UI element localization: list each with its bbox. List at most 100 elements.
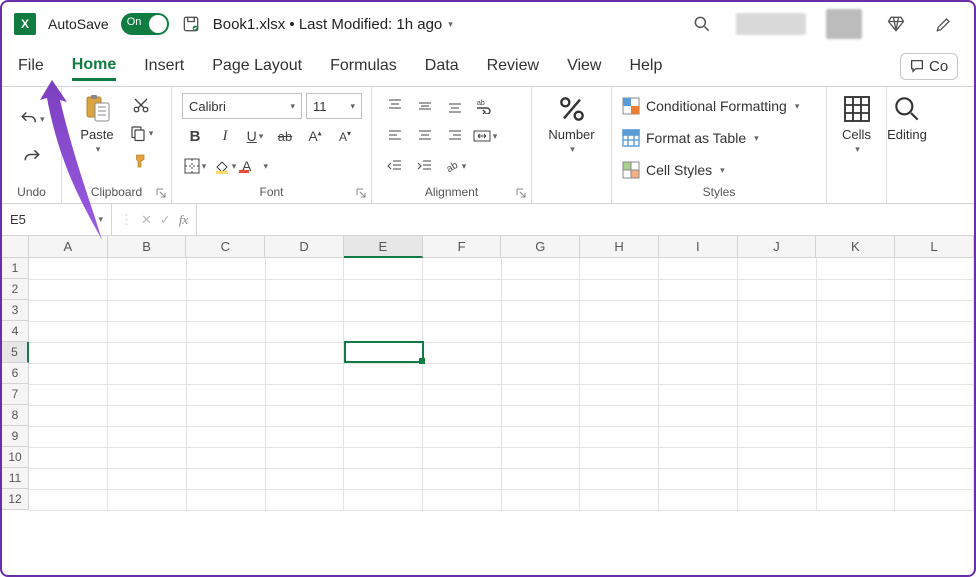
decrease-indent-button[interactable]: [382, 154, 408, 178]
formula-input[interactable]: [197, 204, 974, 235]
cell[interactable]: [501, 489, 580, 510]
save-icon[interactable]: [181, 14, 201, 34]
cell[interactable]: [29, 384, 108, 405]
cell[interactable]: [580, 342, 659, 363]
cell[interactable]: [816, 342, 895, 363]
cell[interactable]: [501, 258, 580, 279]
cell[interactable]: [423, 363, 502, 384]
cut-button[interactable]: [128, 93, 154, 117]
cell[interactable]: [265, 468, 344, 489]
autosave-toggle[interactable]: On: [121, 13, 169, 35]
row-header[interactable]: 5: [2, 342, 29, 363]
cell[interactable]: [501, 426, 580, 447]
column-header[interactable]: A: [29, 236, 108, 258]
borders-button[interactable]: ▾: [182, 154, 208, 178]
cancel-formula-button[interactable]: ✕: [141, 212, 152, 228]
cell[interactable]: [423, 321, 502, 342]
cell[interactable]: [186, 363, 265, 384]
cell[interactable]: [659, 489, 738, 510]
tab-home[interactable]: Home: [72, 52, 116, 81]
cell[interactable]: [265, 384, 344, 405]
cell[interactable]: [108, 489, 187, 510]
pen-icon[interactable]: [934, 14, 954, 34]
cell[interactable]: [344, 363, 423, 384]
tab-formulas[interactable]: Formulas: [330, 53, 397, 79]
cell[interactable]: [737, 384, 816, 405]
align-bottom-button[interactable]: [442, 94, 468, 118]
row-header[interactable]: 11: [2, 468, 29, 489]
cell[interactable]: [29, 300, 108, 321]
cell[interactable]: [265, 426, 344, 447]
cell[interactable]: [816, 279, 895, 300]
cell[interactable]: [737, 468, 816, 489]
cell[interactable]: [108, 426, 187, 447]
cell[interactable]: [344, 300, 423, 321]
cell[interactable]: [816, 321, 895, 342]
align-left-button[interactable]: [382, 124, 408, 148]
cell[interactable]: [501, 468, 580, 489]
cell[interactable]: [108, 342, 187, 363]
cell[interactable]: [895, 426, 974, 447]
cell[interactable]: [895, 300, 974, 321]
cell[interactable]: [580, 384, 659, 405]
cell[interactable]: [29, 405, 108, 426]
search-icon[interactable]: [692, 14, 712, 34]
cell[interactable]: [423, 279, 502, 300]
cells-area[interactable]: [29, 258, 974, 511]
cell[interactable]: [108, 279, 187, 300]
shrink-font-button[interactable]: A▾: [332, 124, 358, 148]
dialog-launcher-icon[interactable]: [155, 187, 167, 199]
format-as-table-button[interactable]: Format as Table▾: [622, 125, 759, 151]
cell[interactable]: [265, 258, 344, 279]
cell[interactable]: [816, 426, 895, 447]
cell[interactable]: [186, 405, 265, 426]
conditional-formatting-button[interactable]: Conditional Formatting▾: [622, 93, 799, 119]
cell[interactable]: [186, 321, 265, 342]
cell[interactable]: [659, 384, 738, 405]
cell[interactable]: [344, 405, 423, 426]
cell[interactable]: [895, 447, 974, 468]
cell[interactable]: [186, 342, 265, 363]
cell[interactable]: [423, 426, 502, 447]
row-header[interactable]: 8: [2, 405, 29, 426]
cell[interactable]: [108, 447, 187, 468]
row-header[interactable]: 6: [2, 363, 29, 384]
cells-button[interactable]: Cells ▾: [837, 93, 876, 155]
cell[interactable]: [265, 300, 344, 321]
cell[interactable]: [344, 321, 423, 342]
cell[interactable]: [895, 342, 974, 363]
cell[interactable]: [344, 384, 423, 405]
cell[interactable]: [659, 363, 738, 384]
tab-help[interactable]: Help: [629, 53, 662, 79]
copy-button[interactable]: ▾: [128, 121, 154, 145]
cell[interactable]: [108, 258, 187, 279]
grow-font-button[interactable]: A▴: [302, 124, 328, 148]
editing-button[interactable]: Editing: [887, 93, 927, 142]
cell[interactable]: [265, 489, 344, 510]
cell[interactable]: [895, 384, 974, 405]
cell[interactable]: [580, 363, 659, 384]
name-box[interactable]: E5 ▾: [2, 204, 112, 235]
cell[interactable]: [186, 384, 265, 405]
cell[interactable]: [580, 405, 659, 426]
cell[interactable]: [501, 447, 580, 468]
cell[interactable]: [29, 321, 108, 342]
row-header[interactable]: 12: [2, 489, 29, 510]
cell[interactable]: [423, 258, 502, 279]
cell[interactable]: [423, 405, 502, 426]
cell[interactable]: [580, 279, 659, 300]
cell[interactable]: [659, 468, 738, 489]
cell-styles-button[interactable]: Cell Styles▾: [622, 157, 725, 183]
cell[interactable]: [737, 363, 816, 384]
cell[interactable]: [29, 342, 108, 363]
cell[interactable]: [501, 384, 580, 405]
merge-center-button[interactable]: ▾: [472, 124, 498, 148]
cell[interactable]: [895, 321, 974, 342]
cell[interactable]: [895, 489, 974, 510]
align-right-button[interactable]: [442, 124, 468, 148]
diamond-icon[interactable]: [886, 14, 906, 34]
cell[interactable]: [108, 384, 187, 405]
cell[interactable]: [895, 363, 974, 384]
wrap-text-button[interactable]: ab: [472, 94, 498, 118]
cell[interactable]: [186, 258, 265, 279]
